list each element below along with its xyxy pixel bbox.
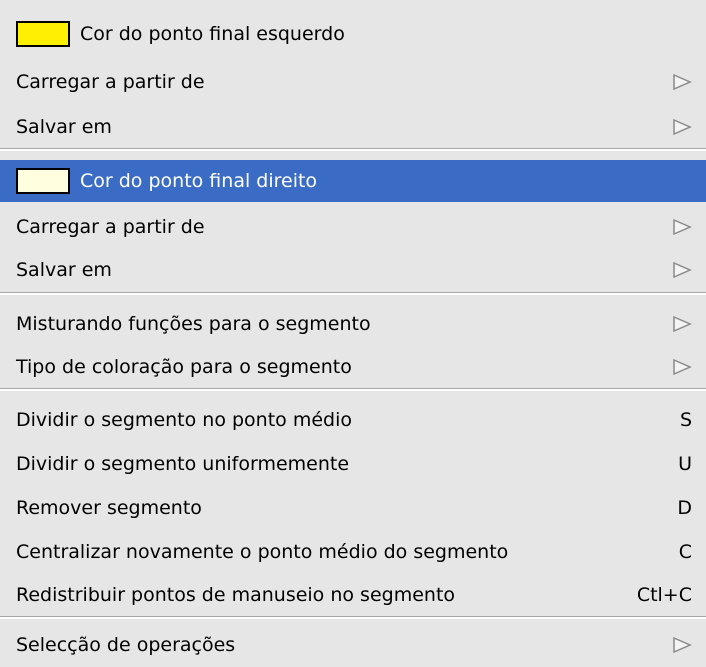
menu-item-remove-segment[interactable]: Remover segmento D xyxy=(0,488,706,528)
menu-item-split-midpoint[interactable]: Dividir o segmento no ponto médio S xyxy=(0,400,706,440)
menu-separator xyxy=(0,388,706,391)
menu-item-split-uniformly[interactable]: Dividir o segmento uniformemente U xyxy=(0,444,706,484)
submenu-arrow-icon xyxy=(673,315,692,333)
left-endpoint-color-swatch xyxy=(16,21,70,47)
right-endpoint-color-swatch xyxy=(16,168,70,194)
shortcut-label: S xyxy=(679,409,692,431)
submenu-arrow-icon xyxy=(673,73,692,91)
shortcut-label: U xyxy=(678,453,692,475)
submenu-arrow-icon xyxy=(673,218,692,236)
menu-item-left-endpoint-color[interactable]: Cor do ponto final esquerdo xyxy=(0,14,706,54)
submenu-arrow-icon xyxy=(673,118,692,136)
submenu-arrow-icon xyxy=(673,261,692,279)
menu-item-label: Redistribuir pontos de manuseio no segme… xyxy=(16,584,456,606)
menu-item-left-load-from[interactable]: Carregar a partir de xyxy=(0,62,706,102)
menu-item-label: Tipo de coloração para o segmento xyxy=(16,356,352,378)
menu-item-label: Carregar a partir de xyxy=(16,216,205,238)
menu-item-label: Salvar em xyxy=(16,259,112,281)
menu-item-right-endpoint-color[interactable]: Cor do ponto final direito xyxy=(0,160,706,202)
menu-item-label: Dividir o segmento no ponto médio xyxy=(16,409,352,431)
menu-item-recenter-midpoint[interactable]: Centralizar novamente o ponto médio do s… xyxy=(0,532,706,572)
shortcut-label: D xyxy=(677,497,692,519)
menu-separator xyxy=(0,616,706,619)
menu-item-label: Salvar em xyxy=(16,116,112,138)
menu-item-label: Misturando funções para o segmento xyxy=(16,313,371,335)
menu-item-label: Cor do ponto final esquerdo xyxy=(80,23,345,45)
gradient-segment-context-menu: Cor do ponto final esquerdo Carregar a p… xyxy=(0,0,706,667)
menu-item-label: Remover segmento xyxy=(16,497,202,519)
submenu-arrow-icon xyxy=(673,358,692,376)
menu-separator xyxy=(0,292,706,295)
shortcut-label: C xyxy=(678,541,692,563)
menu-item-label: Cor do ponto final direito xyxy=(80,170,318,192)
menu-item-left-save-to[interactable]: Salvar em xyxy=(0,107,706,147)
menu-item-label: Carregar a partir de xyxy=(16,71,205,93)
menu-item-blending-function[interactable]: Misturando funções para o segmento xyxy=(0,304,706,344)
shortcut-label: Ctl+C xyxy=(636,584,692,606)
menu-item-selection-operations[interactable]: Selecção de operações xyxy=(0,625,706,665)
menu-item-label: Selecção de operações xyxy=(16,634,236,656)
menu-separator xyxy=(0,148,706,151)
menu-item-label: Dividir o segmento uniformemente xyxy=(16,453,350,475)
submenu-arrow-icon xyxy=(673,636,692,654)
menu-item-right-load-from[interactable]: Carregar a partir de xyxy=(0,207,706,247)
menu-item-right-save-to[interactable]: Salvar em xyxy=(0,250,706,290)
menu-item-label: Centralizar novamente o ponto médio do s… xyxy=(16,541,509,563)
menu-item-redistribute-handles[interactable]: Redistribuir pontos de manuseio no segme… xyxy=(0,575,706,615)
menu-item-coloring-type[interactable]: Tipo de coloração para o segmento xyxy=(0,347,706,387)
